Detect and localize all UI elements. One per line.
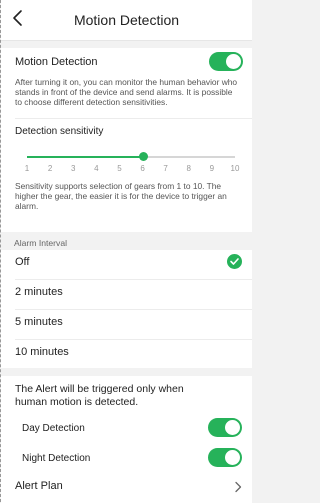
slider-tick-label: 1 — [24, 164, 30, 173]
night-detection-toggle[interactable] — [208, 448, 242, 467]
alert-plan-label: Alert Plan — [15, 480, 63, 492]
slider-tick-label: 9 — [209, 164, 215, 173]
interval-option-2min[interactable]: 2 minutes — [15, 286, 63, 298]
interval-option-5min[interactable]: 5 minutes — [15, 316, 63, 328]
sensitivity-description: Sensitivity supports selection of gears … — [15, 181, 227, 211]
page-title: Motion Detection — [73, 12, 180, 28]
motion-detection-card: Motion Detection After turning it on, yo… — [1, 48, 252, 232]
interval-option-10min[interactable]: 10 minutes — [15, 346, 69, 358]
interval-option-off[interactable]: Off — [15, 256, 29, 268]
top-bar: Motion Detection — [1, 0, 252, 41]
sensitivity-label: Detection sensitivity — [15, 126, 104, 137]
night-detection-label: Night Detection — [22, 453, 91, 464]
toggle-knob — [226, 54, 241, 69]
slider-fill — [27, 156, 143, 158]
day-detection-label: Day Detection — [22, 423, 85, 434]
sensitivity-slider[interactable] — [27, 152, 235, 161]
slider-tick-label: 10 — [230, 164, 240, 173]
divider — [15, 279, 252, 280]
divider — [15, 309, 252, 310]
motion-detection-toggle[interactable] — [209, 52, 243, 71]
divider — [15, 339, 252, 340]
divider — [15, 118, 252, 119]
alarm-interval-label: Alarm Interval — [14, 238, 68, 248]
slider-tick-label: 2 — [47, 164, 53, 173]
slider-tick-label: 6 — [140, 164, 145, 173]
toggle-knob — [225, 420, 240, 435]
slider-tick-label: 8 — [186, 164, 191, 173]
alert-plan-card[interactable]: Alert Plan — [1, 471, 252, 503]
alarm-interval-card: Off 2 minutes 5 minutes 10 minutes — [1, 250, 252, 368]
slider-tick-label: 4 — [94, 164, 99, 173]
slider-tick-label: 7 — [163, 164, 168, 173]
checkmark-icon — [227, 254, 242, 269]
alert-note: The Alert will be triggered only when hu… — [15, 383, 184, 408]
toggle-knob — [225, 450, 240, 465]
motion-detection-description: After turning it on, you can monitor the… — [15, 77, 238, 107]
slider-handle[interactable] — [138, 152, 148, 161]
motion-detection-label: Motion Detection — [15, 56, 98, 68]
slider-tick-label: 5 — [117, 164, 122, 173]
day-detection-toggle[interactable] — [208, 418, 242, 437]
chevron-right-icon — [235, 481, 242, 493]
slider-tick-label: 3 — [70, 164, 76, 173]
